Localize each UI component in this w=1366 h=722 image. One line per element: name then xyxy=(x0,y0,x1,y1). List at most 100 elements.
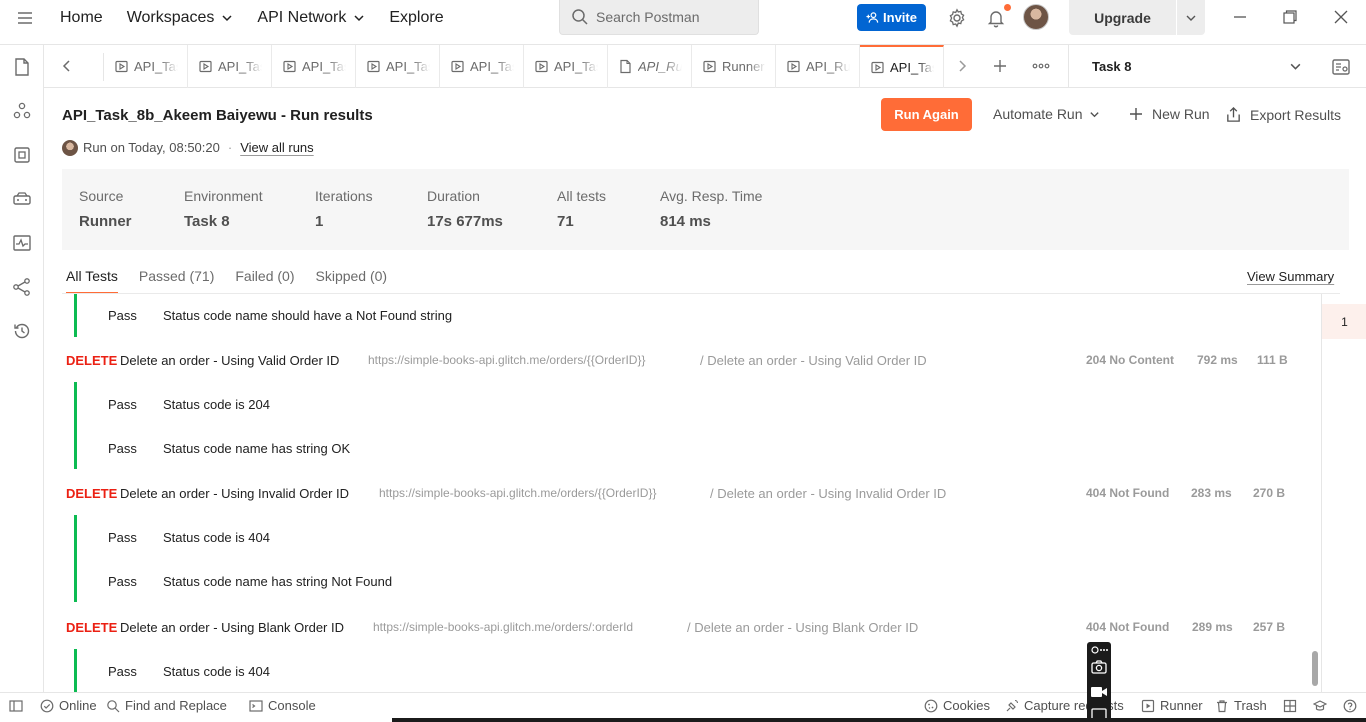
upgrade-label: Upgrade xyxy=(1094,9,1151,26)
tab-skipped[interactable]: Skipped (0) xyxy=(316,268,388,294)
environment-quick-look-icon[interactable] xyxy=(1331,57,1351,77)
environment-selector[interactable]: Task 8 xyxy=(1068,45,1308,88)
response-status: 404 Not Found xyxy=(1086,486,1170,500)
nav-api-network-label: API Network xyxy=(257,8,347,26)
stat-value: Runner xyxy=(79,213,132,230)
camera-icon[interactable] xyxy=(1090,659,1108,675)
runner-button[interactable]: Runner xyxy=(1141,698,1203,713)
nav-explore[interactable]: Explore xyxy=(389,9,443,27)
chevron-right-icon[interactable] xyxy=(955,59,969,73)
runner-label: Runner xyxy=(1160,698,1203,713)
mock-servers-icon[interactable] xyxy=(12,189,32,209)
stat-label: Environment xyxy=(184,188,263,204)
find-and-replace-button[interactable]: Find and Replace xyxy=(106,698,227,713)
stat-iterations: Iterations 1 xyxy=(315,188,373,230)
meta-separator: · xyxy=(227,140,233,155)
online-status[interactable]: Online xyxy=(40,698,97,713)
gear-icon[interactable] xyxy=(947,8,967,28)
tab-5[interactable]: API_Task_8b xyxy=(440,45,524,88)
new-run-button[interactable]: New Run xyxy=(1128,106,1210,122)
test-result-row: Pass Status code is 204 xyxy=(108,394,270,414)
tab-label: API_Task_8b xyxy=(386,59,430,74)
hamburger-menu-icon[interactable] xyxy=(16,9,34,27)
test-name: Status code name should have a Not Found… xyxy=(163,307,453,323)
new-run-label: New Run xyxy=(1152,106,1210,122)
layout-icon[interactable] xyxy=(1283,699,1297,713)
tab-6[interactable]: API_Task_8b xyxy=(524,45,608,88)
satellite-icon xyxy=(1006,699,1019,711)
stat-environment: Environment Task 8 xyxy=(184,188,263,230)
minimize-icon[interactable] xyxy=(1232,9,1248,25)
cookie-icon xyxy=(924,699,938,712)
video-icon[interactable] xyxy=(1090,684,1108,700)
runner-icon xyxy=(1141,699,1155,712)
upgrade-button[interactable]: Upgrade xyxy=(1069,0,1176,35)
document-icon xyxy=(620,59,631,74)
bell-icon[interactable] xyxy=(986,8,1006,28)
search-input[interactable]: Search Postman xyxy=(559,0,759,35)
tab-9[interactable]: API_Run xyxy=(776,45,860,88)
test-name: Status code name has string Not Found xyxy=(163,573,393,589)
collections-icon[interactable] xyxy=(12,57,32,77)
avatar xyxy=(62,139,78,156)
tab-all-tests[interactable]: All Tests xyxy=(66,268,118,294)
invite-label: Invite xyxy=(883,10,917,25)
test-name: Status code is 404 xyxy=(163,663,270,679)
tab-failed[interactable]: Failed (0) xyxy=(235,268,294,294)
nav-home-label: Home xyxy=(60,8,103,26)
sidebar-toggle-icon[interactable] xyxy=(9,699,23,713)
plus-icon[interactable] xyxy=(992,58,1008,74)
iteration-list: 1 xyxy=(1321,294,1366,692)
sidebar-rail xyxy=(0,44,44,692)
view-all-runs-link[interactable]: View all runs xyxy=(240,140,313,155)
tab-10[interactable]: API_Task_8b xyxy=(860,45,944,88)
help-icon[interactable] xyxy=(1343,699,1357,713)
stat-value: 17s 677ms xyxy=(427,213,503,230)
scrollbar[interactable] xyxy=(1312,651,1318,686)
cookies-button[interactable]: Cookies xyxy=(924,698,990,713)
view-summary-link[interactable]: View Summary xyxy=(1247,269,1334,284)
chevron-down-icon xyxy=(1089,111,1099,117)
chevron-left-icon[interactable] xyxy=(60,59,74,73)
environments-icon[interactable] xyxy=(12,145,32,165)
nav-home[interactable]: Home xyxy=(60,9,103,27)
run-again-button[interactable]: Run Again xyxy=(881,98,972,131)
flows-icon[interactable] xyxy=(12,277,32,297)
stat-label: Iterations xyxy=(315,188,373,204)
trash-button[interactable]: Trash xyxy=(1215,698,1267,713)
restore-icon[interactable] xyxy=(1282,9,1298,25)
request-row[interactable]: DELETE Delete an order - Using Blank Ord… xyxy=(44,615,1321,639)
settings-icon[interactable] xyxy=(1090,643,1108,659)
tab-passed[interactable]: Passed (71) xyxy=(139,268,214,294)
avatar[interactable] xyxy=(1023,4,1049,30)
tab-label: API_Task_8b xyxy=(554,59,598,74)
screen-capture-widget[interactable] xyxy=(1087,642,1111,722)
tab-1[interactable]: API_Task_8b xyxy=(104,45,188,88)
more-icon[interactable] xyxy=(1032,58,1050,74)
tab-4[interactable]: API_Task_8b xyxy=(356,45,440,88)
bootcamp-icon[interactable] xyxy=(1313,699,1327,713)
history-icon[interactable] xyxy=(12,321,32,341)
test-result-row: Pass Status code name has string Not Foun… xyxy=(108,571,392,591)
tab-3[interactable]: API_Task_8b xyxy=(272,45,356,88)
tab-8[interactable]: Runner xyxy=(692,45,776,88)
monitors-icon[interactable] xyxy=(12,233,32,253)
request-row[interactable]: DELETE Delete an order - Using Valid Ord… xyxy=(44,348,1321,372)
upgrade-options-button[interactable] xyxy=(1177,0,1205,35)
console-button[interactable]: Console xyxy=(249,698,316,713)
request-row[interactable]: DELETE Delete an order - Using Invalid O… xyxy=(44,481,1321,505)
iteration-item[interactable]: 1 xyxy=(1322,304,1366,339)
automate-run-label: Automate Run xyxy=(993,106,1083,122)
invite-button[interactable]: Invite xyxy=(857,4,926,31)
close-icon[interactable] xyxy=(1333,9,1349,25)
stat-value: 71 xyxy=(557,213,574,230)
run-again-label: Run Again xyxy=(894,107,959,122)
tab-2[interactable]: API_Task_8b xyxy=(188,45,272,88)
runner-icon xyxy=(367,60,380,73)
automate-run-button[interactable]: Automate Run xyxy=(993,106,1100,122)
nav-workspaces[interactable]: Workspaces xyxy=(127,9,234,27)
tab-7[interactable]: API_Run xyxy=(608,45,692,88)
export-results-button[interactable]: Export Results xyxy=(1225,106,1341,123)
nav-api-network[interactable]: API Network xyxy=(257,9,365,27)
apis-icon[interactable] xyxy=(12,101,32,121)
